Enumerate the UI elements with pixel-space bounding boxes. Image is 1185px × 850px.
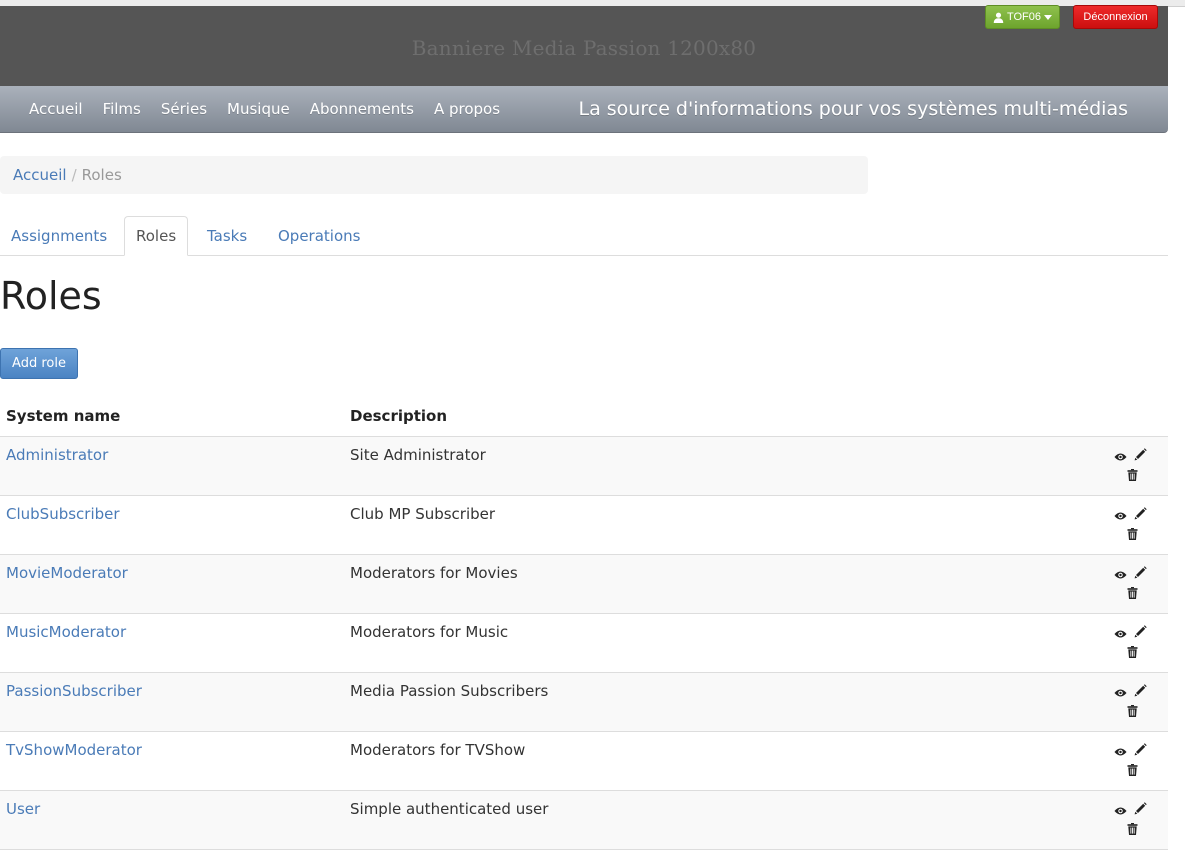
main-navbar: Accueil Films Séries Musique Abonnements A pr… xyxy=(0,86,1168,133)
banner-title: Banniere Media Passion 1200x80 xyxy=(411,36,757,60)
role-name-link[interactable]: MovieModerator xyxy=(6,564,128,582)
tab-operations[interactable]: Operations xyxy=(267,216,371,255)
tab-roles[interactable]: Roles xyxy=(124,216,189,256)
nav-item-series[interactable]: Séries xyxy=(151,100,217,118)
logout-button[interactable]: Déconnexion xyxy=(1073,5,1158,29)
table-header: System name Description xyxy=(0,396,1168,437)
role-name-link[interactable]: User xyxy=(6,800,40,818)
pencil-icon[interactable] xyxy=(1134,447,1147,465)
eye-icon[interactable] xyxy=(1114,625,1127,643)
roles-table: System name Description Administrator Sit… xyxy=(0,396,1168,850)
trash-icon[interactable] xyxy=(1127,821,1138,839)
role-name-link[interactable]: TvShowModerator xyxy=(6,741,142,759)
nav-tagline: La source d'informations pour vos systèm… xyxy=(578,98,1128,120)
tab-tasks[interactable]: Tasks xyxy=(196,216,258,255)
nav-menu: Accueil Films Séries Musique Abonnements A pr… xyxy=(19,86,510,132)
role-name-link[interactable]: Administrator xyxy=(6,446,108,464)
row-actions xyxy=(1114,566,1147,606)
eye-icon[interactable] xyxy=(1114,802,1127,820)
role-name-link[interactable]: PassionSubscriber xyxy=(6,682,142,700)
column-header-description: Description xyxy=(350,407,448,425)
role-name-link[interactable]: ClubSubscriber xyxy=(6,505,120,523)
trash-icon[interactable] xyxy=(1127,644,1138,662)
auth-tabs: Assignments Roles Tasks Operations xyxy=(0,216,1168,256)
row-actions xyxy=(1114,625,1147,665)
table-row: User Simple authenticated user xyxy=(0,791,1168,850)
pencil-icon[interactable] xyxy=(1134,801,1147,819)
breadcrumb-current: Roles xyxy=(81,166,122,184)
table-row: TvShowModerator Moderators for TVShow xyxy=(0,732,1168,791)
row-actions xyxy=(1114,802,1147,842)
row-actions xyxy=(1114,448,1147,488)
eye-icon[interactable] xyxy=(1114,566,1127,584)
user-menu-button[interactable]: TOF06 xyxy=(985,5,1060,29)
pencil-icon[interactable] xyxy=(1134,624,1147,642)
table-row: MusicModerator Moderators for Music xyxy=(0,614,1168,673)
page-title: Roles xyxy=(0,274,102,318)
breadcrumb: Accueil / Roles xyxy=(0,156,868,194)
tab-assignments[interactable]: Assignments xyxy=(0,216,118,255)
nav-item-films[interactable]: Films xyxy=(93,100,151,118)
role-description: Club MP Subscriber xyxy=(350,505,496,523)
pencil-icon[interactable] xyxy=(1134,742,1147,760)
eye-icon[interactable] xyxy=(1114,507,1127,525)
breadcrumb-separator: / xyxy=(71,166,77,184)
pencil-icon[interactable] xyxy=(1134,506,1147,524)
trash-icon[interactable] xyxy=(1127,585,1138,603)
role-description: Media Passion Subscribers xyxy=(350,682,549,700)
pencil-icon[interactable] xyxy=(1134,565,1147,583)
user-icon xyxy=(993,12,1004,23)
table-row: PassionSubscriber Media Passion Subscribe… xyxy=(0,673,1168,732)
table-body: Administrator Site Administrator ClubSubsc… xyxy=(0,437,1168,850)
nav-item-abonnements[interactable]: Abonnements xyxy=(300,100,424,118)
row-actions xyxy=(1114,743,1147,783)
role-description: Simple authenticated user xyxy=(350,800,549,818)
trash-icon[interactable] xyxy=(1127,703,1138,721)
role-description: Site Administrator xyxy=(350,446,486,464)
eye-icon[interactable] xyxy=(1114,448,1127,466)
user-menu-label: TOF06 xyxy=(1006,11,1042,23)
trash-icon[interactable] xyxy=(1127,526,1138,544)
eye-icon[interactable] xyxy=(1114,743,1127,761)
row-actions xyxy=(1114,507,1147,547)
nav-item-accueil[interactable]: Accueil xyxy=(19,100,93,118)
column-header-system-name: System name xyxy=(6,407,121,425)
row-actions xyxy=(1114,684,1147,724)
table-row: MovieModerator Moderators for Movies xyxy=(0,555,1168,614)
nav-item-a-propos[interactable]: A propos xyxy=(424,100,510,118)
caret-down-icon xyxy=(1044,14,1053,20)
add-role-button[interactable]: Add role xyxy=(0,348,78,379)
table-row: Administrator Site Administrator xyxy=(0,437,1168,496)
role-description: Moderators for Music xyxy=(350,623,509,641)
trash-icon[interactable] xyxy=(1127,762,1138,780)
nav-item-musique[interactable]: Musique xyxy=(217,100,300,118)
role-name-link[interactable]: MusicModerator xyxy=(6,623,126,641)
table-row: ClubSubscriber Club MP Subscriber xyxy=(0,496,1168,555)
breadcrumb-home-link[interactable]: Accueil xyxy=(13,166,67,184)
eye-icon[interactable] xyxy=(1114,684,1127,702)
role-description: Moderators for TVShow xyxy=(350,741,526,759)
trash-icon[interactable] xyxy=(1127,467,1138,485)
pencil-icon[interactable] xyxy=(1134,683,1147,701)
role-description: Moderators for Movies xyxy=(350,564,518,582)
